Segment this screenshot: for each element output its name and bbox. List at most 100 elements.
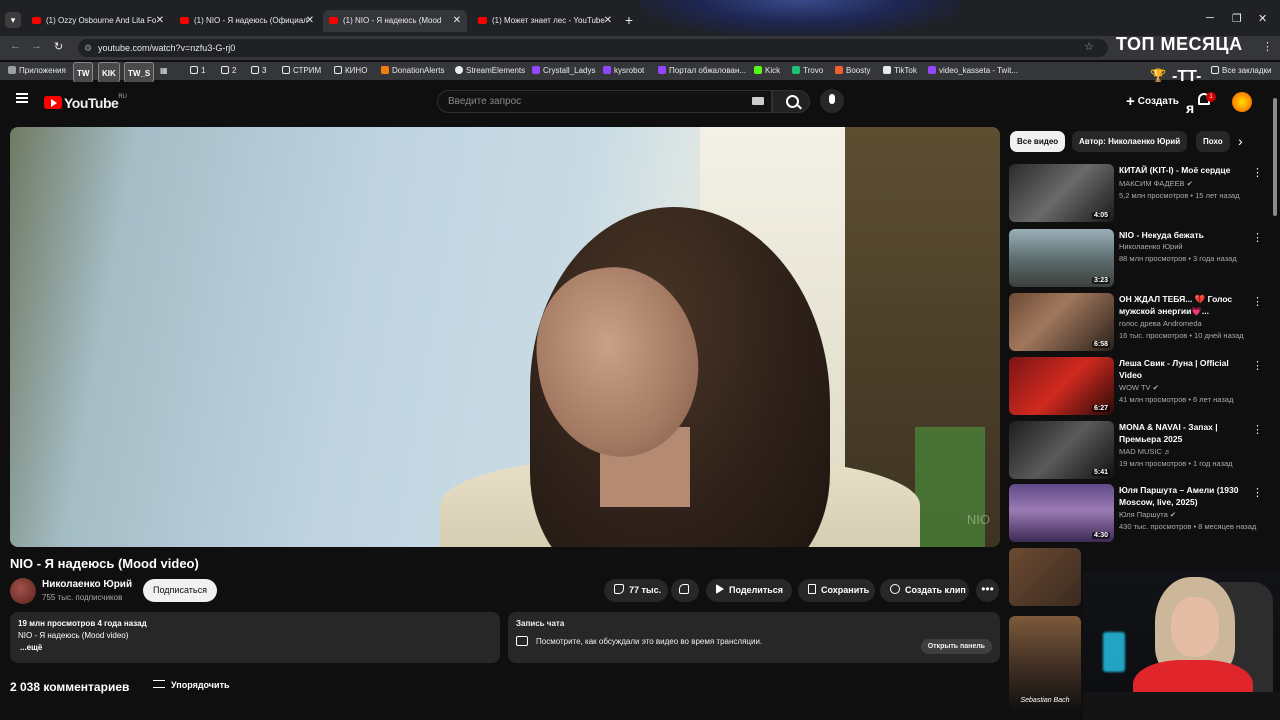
recommendation-item[interactable]: 6:58 ОН ЖДАЛ ТЕБЯ... 💔 Голос мужской эне… [1009, 293, 1279, 353]
bookmark-folder[interactable]: 1 [190, 65, 205, 77]
video-thumbnail[interactable]: 6:58 [1009, 293, 1114, 351]
bookmark-apps[interactable]: Приложения [8, 65, 66, 77]
tab-list-button[interactable]: ▾ [5, 12, 21, 28]
recommendation-title[interactable]: Леша Свик - Луна | Official Video [1119, 357, 1249, 381]
chevron-right-icon[interactable]: › [1238, 133, 1243, 149]
browser-tab[interactable]: (1) NIO - Я надеюсь (Официал ✕ [174, 10, 320, 32]
bookmark-donationalerts[interactable]: DonationAlerts [381, 65, 444, 77]
recommendation-channel[interactable]: Николаенко Юрий [1119, 242, 1183, 251]
recommendation-title[interactable]: ОН ЖДАЛ ТЕБЯ... 💔 Голос мужской энергии💗… [1119, 293, 1249, 317]
bookmark-streamelements[interactable]: StreamElements [455, 65, 525, 77]
show-more-link[interactable]: ...ещё [18, 643, 492, 652]
close-tab-icon[interactable]: ✕ [604, 10, 612, 32]
bookmark-folder[interactable]: 3 [251, 65, 266, 77]
back-icon[interactable]: ← [10, 40, 21, 52]
bookmark-tiktok[interactable]: TikTok [883, 65, 917, 77]
recommendation-item[interactable]: 3:23 NIO - Некуда бежать Николаенко Юрий… [1009, 229, 1279, 289]
bookmark-chip[interactable]: KIK [98, 62, 120, 83]
bookmark-folder[interactable]: 2 [221, 65, 236, 77]
bookmark-kick[interactable]: Kick [754, 65, 780, 77]
recommendation-title[interactable]: Юля Паршута – Амели (1930 Moscow, live, … [1119, 484, 1249, 508]
more-vert-icon[interactable]: ⋮ [1252, 295, 1263, 308]
bookmark-boosty[interactable]: Boosty [835, 65, 870, 77]
bookmark-chip[interactable]: TW [73, 62, 94, 83]
recommendation-channel[interactable]: WOW TV ✔ [1119, 383, 1159, 392]
recommendation-item[interactable]: 4:30 Юля Паршута – Амели (1930 Moscow, l… [1009, 484, 1279, 544]
recommendation-channel[interactable]: МАКСИМ ФАДЕЕВ ✔ [1119, 179, 1193, 188]
browser-tab[interactable]: (1) Ozzy Osbourne And Lita Fo ✕ [26, 10, 170, 32]
video-thumbnail[interactable]: 5:41 [1009, 421, 1114, 479]
recommendation-item[interactable]: 5:41 MONA & NAVAI - Запах | Премьера 202… [1009, 421, 1279, 481]
video-thumbnail[interactable]: 4:30 [1009, 484, 1114, 542]
subscribe-button[interactable]: Подписаться [143, 579, 217, 602]
dislike-button[interactable] [671, 579, 699, 602]
reload-icon[interactable]: ↻ [54, 40, 63, 53]
minimize-icon[interactable]: ─ [1206, 12, 1214, 24]
youtube-logo[interactable]: YouTubeRU [44, 94, 127, 112]
recommendation-item[interactable]: 6:27 Леша Свик - Луна | Official Video W… [1009, 357, 1279, 417]
menu-icon[interactable] [16, 93, 28, 103]
keyboard-icon[interactable] [752, 97, 764, 105]
account-avatar[interactable] [1232, 92, 1252, 112]
recommendation-title[interactable]: КИТАЙ (KIT-I) - Моё сердце [1119, 164, 1249, 176]
more-vert-icon[interactable]: ⋮ [1252, 486, 1263, 499]
recommendation-item[interactable]: 4:05 КИТАЙ (KIT-I) - Моё сердце МАКСИМ Ф… [1009, 164, 1279, 224]
url-field[interactable]: ⚙ youtube.com/watch?v=nzfu3-G-rj0 [78, 39, 1108, 57]
more-actions-icon[interactable]: ••• [976, 579, 999, 602]
video-player[interactable]: NIO [10, 127, 1000, 547]
more-vert-icon[interactable]: ⋮ [1252, 359, 1263, 372]
recommendation-channel[interactable]: Юля Паршута ✔ [1119, 510, 1176, 519]
bookmark-kysrobot[interactable]: kysrobot [603, 65, 644, 77]
site-info-icon[interactable]: ⚙ [84, 39, 92, 57]
grid-icon[interactable]: ▦ [160, 65, 168, 77]
share-button[interactable]: Поделиться [706, 579, 792, 602]
clip-button[interactable]: Создать клип [880, 579, 969, 602]
chip-similar[interactable]: Похо [1196, 131, 1230, 152]
maximize-icon[interactable]: ❐ [1232, 12, 1242, 25]
more-vert-icon[interactable]: ⋮ [1252, 166, 1263, 179]
recommendation-title[interactable]: NIO - Некуда бежать [1119, 229, 1249, 241]
bookmark-folder[interactable]: КИНО [334, 65, 367, 77]
search-input[interactable]: Введите запрос [437, 90, 772, 113]
forward-icon[interactable]: → [31, 40, 42, 52]
browser-menu-icon[interactable]: ⋮ [1262, 40, 1273, 53]
close-tab-icon[interactable]: ✕ [306, 10, 314, 32]
video-thumbnail[interactable] [1009, 548, 1081, 606]
close-tab-icon[interactable]: ✕ [156, 10, 164, 32]
video-thumbnail[interactable]: Sebastian Bach [1009, 616, 1081, 710]
video-thumbnail[interactable]: 3:23 [1009, 229, 1114, 287]
like-button[interactable]: 77 тыс. [604, 579, 668, 602]
search-button[interactable] [772, 90, 810, 113]
bookmark-star-icon[interactable]: ☆ [1084, 40, 1094, 53]
close-window-icon[interactable]: ✕ [1258, 12, 1267, 25]
channel-avatar[interactable] [10, 578, 36, 604]
chip-all-videos[interactable]: Все видео [1010, 131, 1066, 152]
video-thumbnail[interactable]: 6:27 [1009, 357, 1114, 415]
browser-tab-active[interactable]: (1) NIO - Я надеюсь (Mood ✕ [323, 10, 467, 32]
scrollbar-thumb[interactable] [1273, 98, 1277, 216]
recommendation-channel[interactable]: голос древа Andromeda [1119, 319, 1202, 328]
chip-author[interactable]: Автор: Николаенко Юрий [1072, 131, 1188, 152]
close-tab-icon[interactable]: ✕ [453, 10, 461, 32]
recommendation-channel[interactable]: MAD MUSIC ♬ [1119, 447, 1172, 456]
voice-search-icon[interactable] [820, 89, 844, 113]
bookmark-crystall[interactable]: Crystall_Ladys [532, 65, 595, 77]
bookmark-portal[interactable]: Портал обжалован... [658, 65, 746, 77]
bookmark-chip[interactable]: TW_S [124, 62, 155, 83]
video-thumbnail[interactable]: 4:05 [1009, 164, 1114, 222]
all-bookmarks[interactable]: Все закладки [1211, 65, 1271, 77]
description-box[interactable]: 19 млн просмотров 4 года назад NIO - Я н… [10, 612, 500, 663]
open-panel-button[interactable]: Открыть панель [920, 639, 992, 654]
bookmark-trovo[interactable]: Trovo [792, 65, 823, 77]
bookmark-video-kasseta[interactable]: video_kasseta - Twit... [928, 65, 1018, 77]
bookmark-folder[interactable]: СТРИМ [282, 65, 321, 77]
more-vert-icon[interactable]: ⋮ [1252, 231, 1263, 244]
channel-name[interactable]: Николаенко Юрий [42, 579, 132, 590]
browser-tab[interactable]: (1) Может знает лес - YouTube ✕ [472, 10, 618, 32]
more-vert-icon[interactable]: ⋮ [1252, 423, 1263, 436]
new-tab-icon[interactable]: + [622, 13, 636, 27]
recommendation-title[interactable]: MONA & NAVAI - Запах | Премьера 2025 [1119, 421, 1249, 445]
sort-comments-button[interactable]: Упорядочить [153, 680, 230, 690]
save-button[interactable]: Сохранить [798, 579, 875, 602]
create-button[interactable]: + Создать [1126, 93, 1179, 110]
